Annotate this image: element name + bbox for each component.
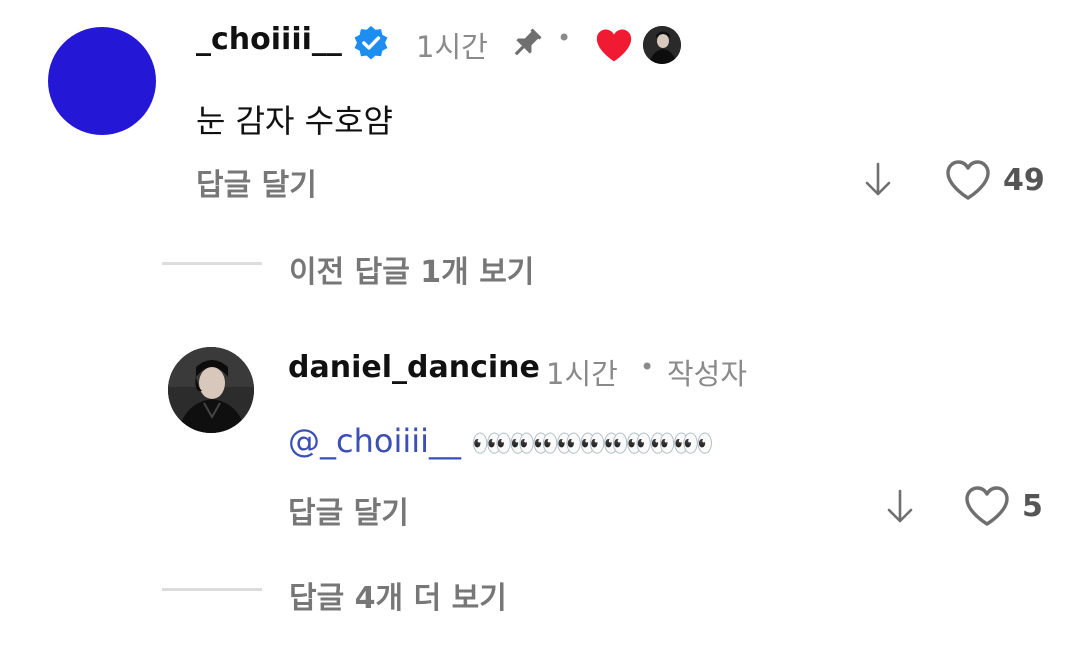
view-more-replies-button[interactable]: 답글 4개 더 보기 (289, 573, 507, 617)
mention-link[interactable]: @_choiiii__ (288, 422, 461, 460)
reply-time: 1시간 (546, 357, 618, 391)
comment-text: 눈 감자 수호얌 (196, 102, 393, 140)
reply-emojis: 👀👀👀👀👀👀👀👀👀👀 (471, 429, 714, 459)
comment-username[interactable]: _choiiii__ (196, 22, 342, 57)
heart-filled-icon (594, 27, 634, 67)
pin-icon (508, 24, 546, 66)
reply-username[interactable]: daniel_dancine (288, 350, 540, 385)
arrow-down-icon[interactable] (884, 488, 916, 530)
meta-separator: • (640, 353, 655, 381)
heart-outline-icon[interactable] (963, 484, 1011, 532)
like-count: 49 (1003, 163, 1045, 198)
thread-divider (162, 588, 262, 591)
creator-avatar-small (643, 26, 681, 64)
reply-button[interactable]: 답글 달기 (196, 160, 317, 204)
arrow-down-icon[interactable] (862, 161, 894, 203)
avatar[interactable] (48, 27, 156, 135)
author-badge: 작성자 (667, 357, 748, 391)
like-count: 5 (1022, 489, 1043, 524)
verified-badge-icon (352, 24, 390, 66)
reply-avatar[interactable] (168, 347, 254, 433)
meta-separator: • (557, 24, 572, 52)
thread-divider (162, 262, 262, 265)
view-previous-replies-button[interactable]: 이전 답글 1개 보기 (289, 247, 534, 291)
heart-outline-icon[interactable] (944, 158, 992, 206)
comment-time: 1시간 (416, 30, 488, 64)
reply-text: @_choiiii__ 👀👀👀👀👀👀👀👀👀👀 (288, 422, 714, 460)
reply-button[interactable]: 답글 달기 (288, 488, 409, 532)
